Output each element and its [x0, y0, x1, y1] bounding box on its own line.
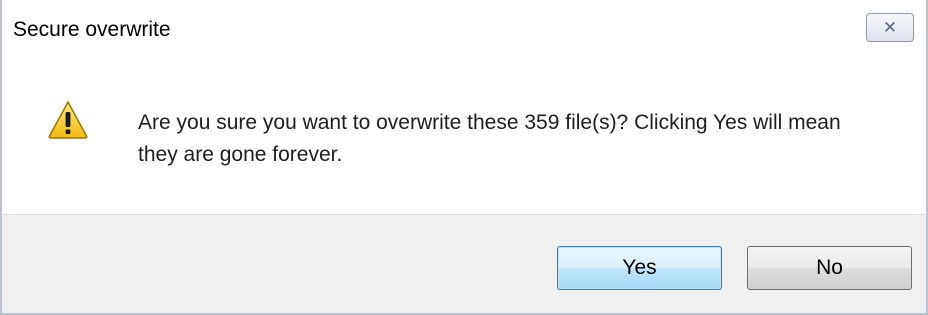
yes-button-label: Yes: [622, 256, 657, 279]
confirmation-message: Are you sure you want to overwrite these…: [138, 111, 841, 166]
window-left-border: [0, 0, 2, 315]
secure-overwrite-dialog: Secure overwrite ✕ Are you sure you want…: [0, 0, 928, 315]
no-button[interactable]: No: [747, 246, 912, 290]
warning-icon: [48, 101, 88, 139]
yes-button[interactable]: Yes: [557, 246, 722, 290]
close-icon: ✕: [882, 17, 898, 38]
no-button-label: No: [816, 256, 843, 279]
close-button[interactable]: ✕: [866, 13, 914, 42]
window-title: Secure overwrite: [13, 18, 171, 41]
title-bar[interactable]: Secure overwrite ✕: [0, 0, 928, 60]
